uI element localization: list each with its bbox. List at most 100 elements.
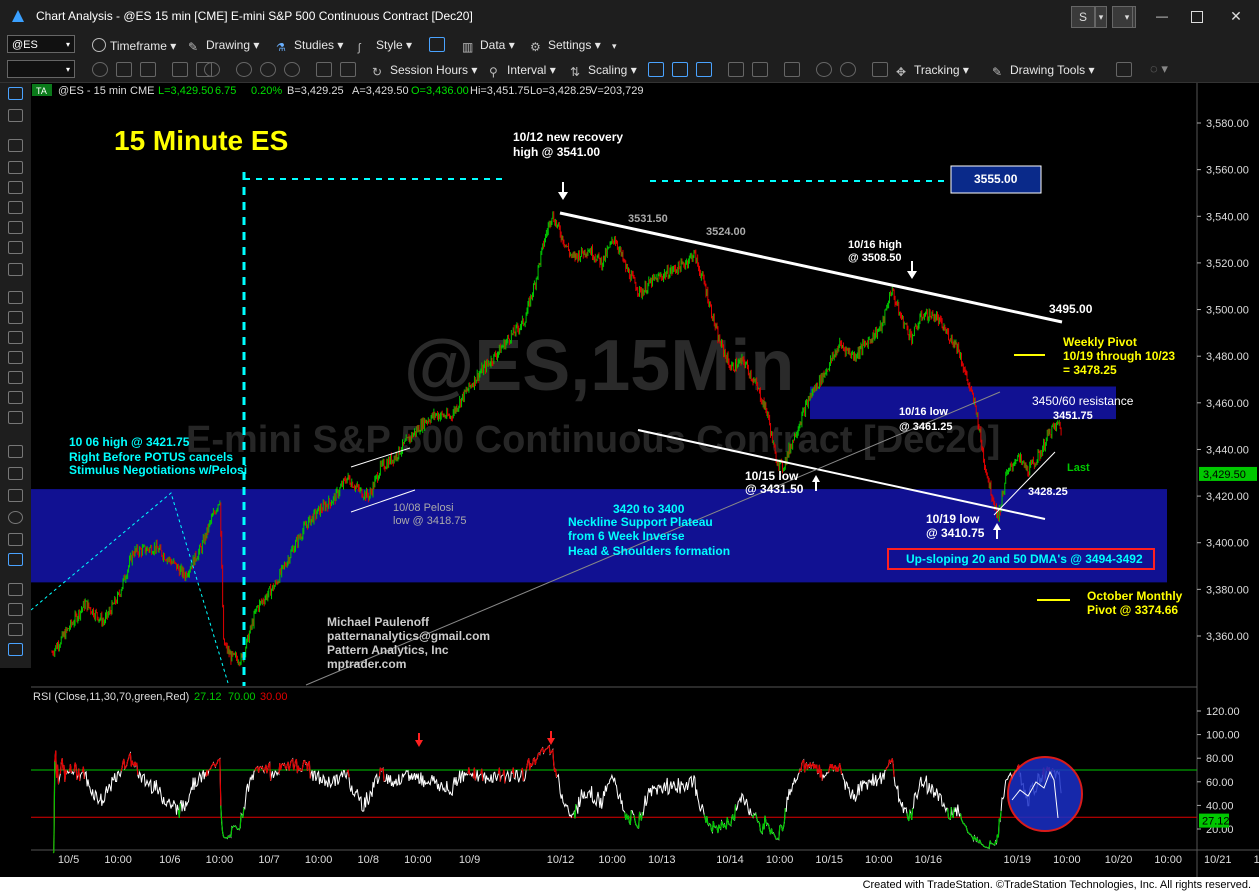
footer-text: Created with TradeStation. ©TradeStation… <box>862 879 1251 891</box>
status-change: 6.75 <box>215 85 236 97</box>
status-line: TA @ES - 15 min CME L=3,429.50 6.75 0.20… <box>32 84 644 97</box>
rsi-oversold-segment <box>908 809 911 821</box>
rsi-overbought-segment <box>293 761 297 767</box>
annotation-text: Up-sloping 20 and 50 DMA's @ 3494-3492 <box>906 552 1143 566</box>
rsi-overbought-segment <box>219 758 222 806</box>
rsi-arrow-head <box>415 740 423 747</box>
rsi-overbought-segment <box>211 764 213 767</box>
rsi-overbought-segment <box>889 760 892 764</box>
status-volume: V=203,729 <box>590 85 644 97</box>
rsi-oversold-segment <box>960 819 963 822</box>
rsi-oversold-segment <box>235 827 238 830</box>
rsi-tick-label: 80.00 <box>1206 753 1234 765</box>
annotation-text: 3428.25 <box>1028 486 1068 498</box>
rsi-oversold-segment <box>721 820 724 824</box>
price-tick-label: 3,400.00 <box>1206 538 1249 550</box>
rsi-overbought-segment <box>820 769 823 781</box>
rsi-overbought-segment <box>839 763 842 769</box>
rsi-oversold-segment <box>235 825 238 829</box>
time-axis-label: 10/13 <box>648 854 676 866</box>
rsi-oversold-segment <box>982 844 985 847</box>
rsi-oversold-segment <box>574 804 577 819</box>
rsi-oversold-segment <box>220 805 223 823</box>
annotation-text: Head & Shoulders formation <box>568 544 730 558</box>
time-axis-label: 10/15 <box>815 854 843 866</box>
rsi-overbought-segment <box>127 754 131 759</box>
status-ask: A=3,429.50 <box>352 85 409 97</box>
rsi-overbought-segment <box>840 767 843 775</box>
rsi-oversold-segment <box>636 825 639 829</box>
status-change-pct: 0.20% <box>251 85 282 97</box>
rsi-overbought-segment <box>208 769 211 772</box>
rsi-oversold-segment <box>780 824 783 827</box>
rsi-overbought-segment <box>535 758 538 761</box>
time-axis-label: 10:00 <box>305 854 333 866</box>
rsi-oversold-segment <box>778 825 781 840</box>
time-axis-label: 10/20 <box>1105 854 1133 866</box>
rsi-overbought-label: 70.00 <box>228 691 256 703</box>
annotation-text: 3524.00 <box>706 226 746 238</box>
price-tick-label: 3,380.00 <box>1206 584 1249 596</box>
rsi-overbought-segment <box>512 767 515 778</box>
price-tick-label: 3,360.00 <box>1206 631 1249 643</box>
rsi-oversold-segment <box>733 804 737 821</box>
status-exchange: CME <box>130 85 154 97</box>
rsi-oversold-segment <box>992 843 995 846</box>
rsi-oversold-segment <box>999 810 1002 821</box>
rsi-overbought-segment <box>347 769 350 778</box>
rsi-overbought-segment <box>216 760 219 764</box>
rsi-overbought-segment <box>891 758 894 765</box>
rsi-value: 27.12 <box>194 691 222 703</box>
rsi-oversold-segment <box>640 812 643 821</box>
rsi-overbought-segment <box>302 760 305 766</box>
status-bid: B=3,429.25 <box>287 85 344 97</box>
rsi-overbought-segment <box>828 767 831 773</box>
rsi-overbought-segment <box>552 749 555 765</box>
rsi-overbought-segment <box>531 764 534 767</box>
rsi-oversold-segment <box>709 823 712 826</box>
rsi-oversold-segment <box>774 836 777 840</box>
time-axis-label: 10/16 <box>915 854 943 866</box>
rsi-oversold-segment <box>723 823 726 827</box>
rsi-oversold-segment <box>772 832 775 835</box>
rsi-overbought-segment <box>210 765 213 769</box>
rsi-overbought-segment <box>206 769 209 776</box>
rsi-oversold-segment <box>634 820 637 825</box>
rsi-oversold-segment <box>911 808 914 820</box>
rsi-overbought-segment <box>804 764 807 773</box>
rsi-oversold-segment <box>948 817 950 820</box>
rsi-overbought-segment <box>886 766 889 769</box>
rsi-overbought-segment <box>263 767 266 773</box>
annotation-text: 3420 to 3400 <box>613 502 685 516</box>
time-axis-label: 10/21 <box>1204 854 1232 866</box>
rsi-oversold-segment <box>781 827 785 832</box>
rsi-oversold-segment <box>970 834 973 837</box>
rsi-overbought-segment <box>548 745 551 755</box>
rsi-oversold-segment <box>238 827 241 830</box>
time-axis-label: 10:00 <box>865 854 893 866</box>
rsi-oversold-segment <box>222 832 225 838</box>
annotation-text: Weekly Pivot <box>1063 335 1137 349</box>
rsi-overbought-segment <box>801 760 804 764</box>
rsi-oversold-segment <box>906 813 909 819</box>
rsi-oversold-segment <box>965 826 968 830</box>
rsi-oversold-segment <box>756 817 759 823</box>
rsi-overbought-segment <box>285 764 288 770</box>
annotation-text: Pivot @ 3374.66 <box>1087 603 1178 617</box>
time-axis-label: 10:00 <box>404 854 432 866</box>
price-chart[interactable]: TA @ES - 15 min CME L=3,429.50 6.75 0.20… <box>0 0 1259 893</box>
rsi-overbought-segment <box>290 759 293 762</box>
rsi-overbought-segment <box>280 764 283 771</box>
rsi-overbought-segment <box>289 761 292 767</box>
rsi-oversold-segment <box>783 808 786 823</box>
rsi-overbought-segment <box>212 762 215 766</box>
time-axis-label: 10:00 <box>766 854 794 866</box>
annotation-text: October Monthly <box>1087 589 1183 603</box>
rsi-oversold-segment <box>732 814 735 820</box>
rsi-oversold-segment <box>782 822 785 828</box>
rsi-overbought-segment <box>543 750 546 754</box>
rsi-oversold-segment <box>730 817 733 826</box>
rsi-oversold-segment <box>758 821 760 824</box>
rsi-highlight-circle <box>1007 756 1083 832</box>
rsi-overbought-segment <box>503 769 506 784</box>
